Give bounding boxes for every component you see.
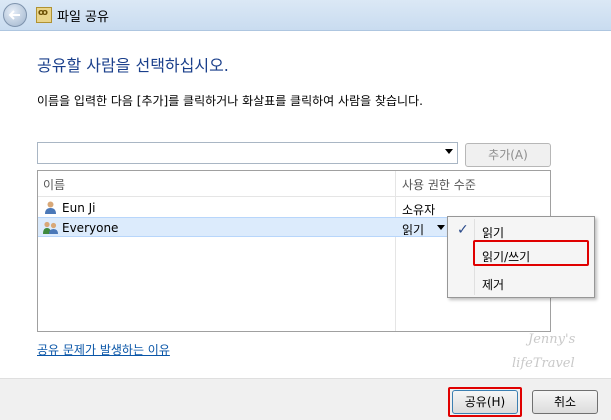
table-row[interactable]: Eun Ji 소유자 bbox=[38, 198, 550, 218]
row-permission: 소유자 bbox=[402, 203, 436, 217]
menu-item-remove[interactable]: 제거 bbox=[450, 272, 592, 294]
chevron-down-icon[interactable] bbox=[437, 225, 445, 230]
back-button[interactable] bbox=[3, 3, 27, 27]
menu-item-label: 읽기 bbox=[482, 226, 505, 240]
column-header-name[interactable]: 이름 bbox=[43, 176, 65, 193]
share-button-highlight bbox=[448, 387, 522, 417]
page-heading: 공유할 사람을 선택하십시오. bbox=[37, 56, 229, 75]
dropdown-arrow-icon[interactable] bbox=[445, 149, 453, 154]
name-input[interactable] bbox=[38, 143, 442, 163]
group-icon bbox=[43, 221, 58, 234]
watermark-line1: Jenny's bbox=[528, 332, 576, 347]
instruction-text: 이름을 입력한 다음 [추가]를 클릭하거나 화살표를 클릭하여 사람을 찾습니… bbox=[37, 94, 423, 108]
column-header-permission[interactable]: 사용 권한 수준 bbox=[402, 176, 476, 193]
menu-item-read[interactable]: ✓ 읽기 bbox=[450, 220, 592, 242]
menu-item-label: 제거 bbox=[482, 278, 505, 292]
window-title: 파일 공유 bbox=[57, 10, 109, 25]
row-permission-dropdown[interactable]: 읽기 bbox=[402, 221, 424, 238]
checkmark-icon: ✓ bbox=[457, 222, 469, 238]
help-link[interactable]: 공유 문제가 발생하는 이유 bbox=[37, 341, 170, 358]
name-combobox[interactable] bbox=[37, 142, 458, 164]
list-header: 이름 사용 권한 수준 bbox=[38, 171, 550, 197]
cancel-button[interactable]: 취소 bbox=[532, 390, 598, 414]
user-icon bbox=[45, 201, 56, 214]
watermark-line2: lifeTravel bbox=[512, 356, 575, 371]
back-arrow-icon bbox=[8, 10, 20, 20]
file-share-icon: ꝏ bbox=[36, 7, 52, 23]
row-name: Everyone bbox=[62, 221, 119, 235]
row-name: Eun Ji bbox=[62, 201, 96, 215]
add-button[interactable]: 추가(A) bbox=[465, 143, 551, 167]
column-divider bbox=[395, 171, 396, 331]
title-bar: ꝏ 파일 공유 bbox=[0, 0, 611, 31]
read-write-highlight bbox=[473, 240, 589, 266]
